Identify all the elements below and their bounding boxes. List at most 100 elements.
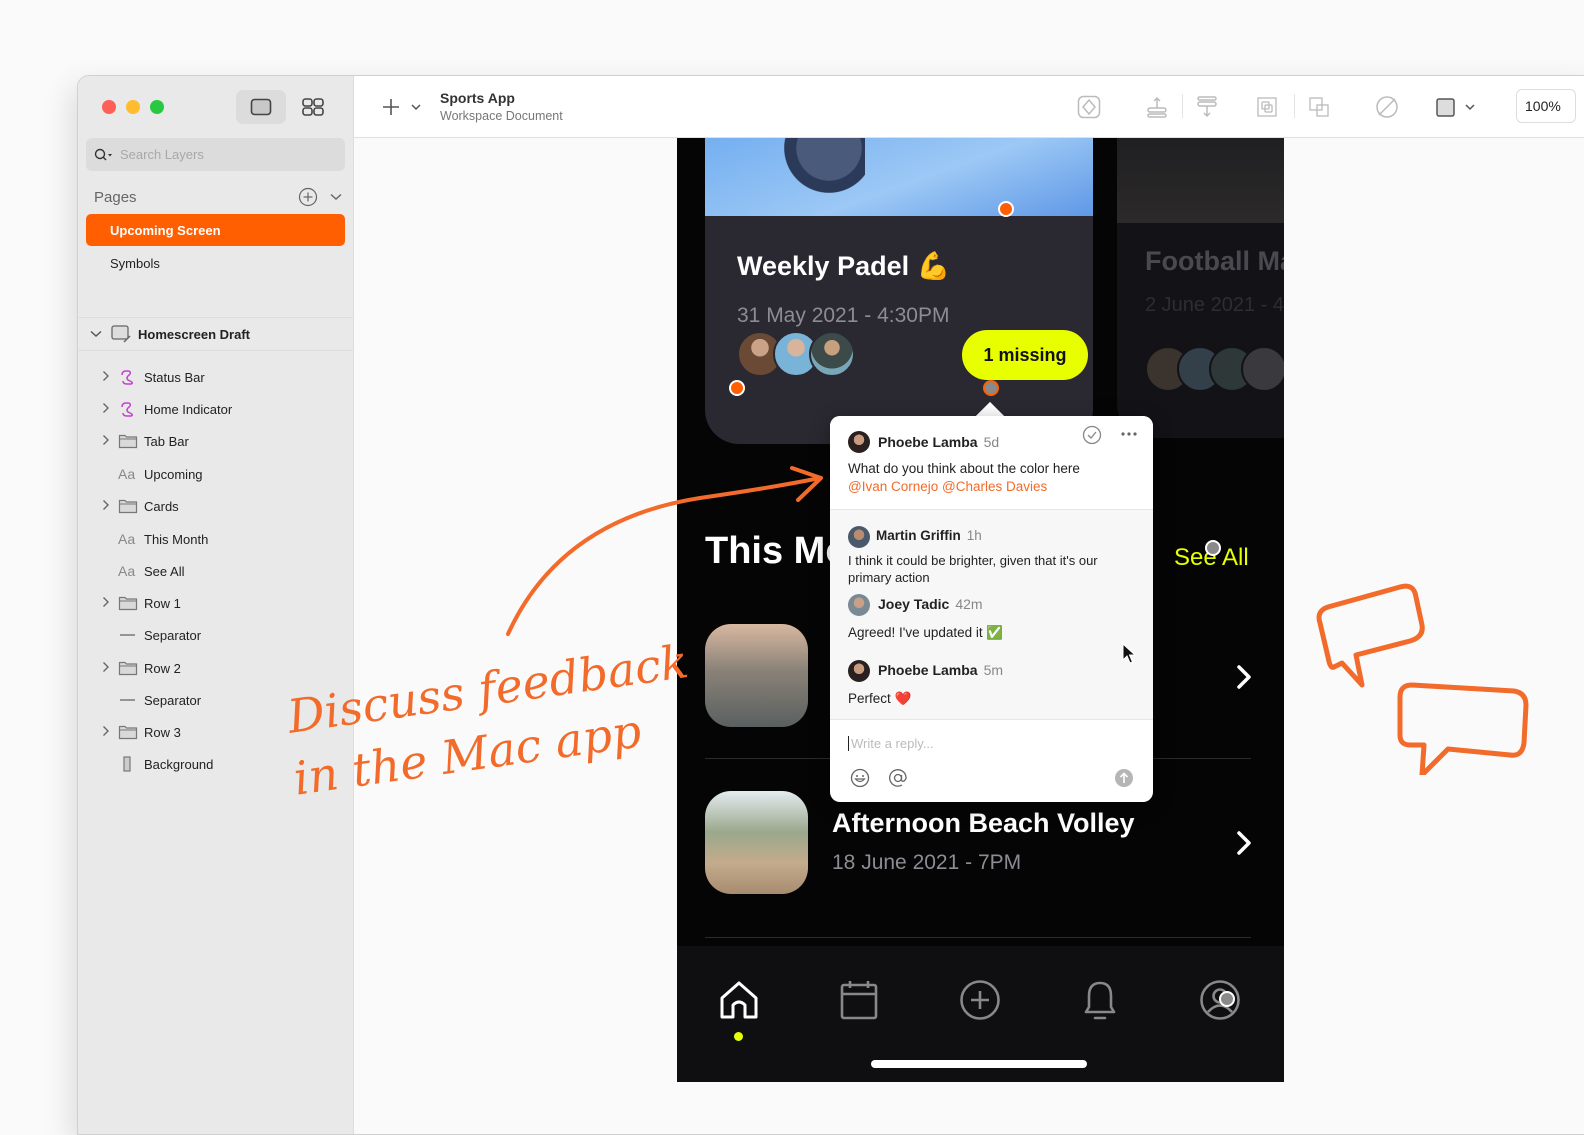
chevron-right-icon[interactable]	[102, 661, 118, 676]
comment-text: Perfect ❤️	[848, 691, 912, 706]
resolve-check-icon[interactable]	[1082, 425, 1102, 445]
author-name: Martin Griffin	[876, 528, 961, 543]
canvas-view-button[interactable]	[236, 90, 286, 124]
comment-mentions[interactable]: @Ivan Cornejo @Charles Davies	[848, 479, 1047, 494]
event-card-weekly-padel[interactable]: Weekly Padel 💪 31 May 2021 - 4:30PM 1 mi…	[705, 138, 1093, 444]
tab-calendar[interactable]	[837, 978, 881, 1022]
send-reply-button[interactable]	[1114, 768, 1134, 788]
chevron-right-icon[interactable]	[102, 402, 118, 417]
close-window-button[interactable]	[102, 100, 116, 114]
comment-pin[interactable]	[1219, 991, 1235, 1007]
chevron-right-icon[interactable]	[102, 725, 118, 740]
avatar	[848, 431, 870, 453]
missing-players-badge[interactable]: 1 missing	[962, 330, 1088, 380]
avatar	[848, 526, 870, 548]
symbol-diamond-icon	[1077, 95, 1101, 119]
card-date: 2 June 2021 - 4	[1145, 294, 1284, 316]
home-icon	[720, 981, 758, 1019]
layer-item[interactable]: Row 1	[102, 592, 181, 614]
move-down-button[interactable]	[1194, 94, 1220, 120]
at-sign-icon	[889, 769, 907, 787]
insert-button[interactable]	[382, 98, 422, 121]
search-icon	[94, 148, 112, 160]
layer-item[interactable]: Row 3	[102, 721, 181, 743]
reply-input[interactable]	[848, 736, 1128, 751]
event-card-football[interactable]: Football Match 2 June 2021 - 4	[1117, 138, 1284, 438]
chevron-down-icon[interactable]	[90, 330, 102, 338]
emoji-button[interactable]	[850, 768, 870, 788]
comment-text: Agreed! I've updated it ✅	[848, 625, 1004, 640]
folder-icon	[118, 498, 144, 514]
canvas-view-icon	[250, 98, 272, 116]
group-button[interactable]	[1254, 94, 1280, 120]
author-name: Joey Tadic	[878, 596, 950, 612]
zoom-level-field[interactable]: 100%	[1516, 89, 1576, 123]
search-layers	[86, 138, 345, 171]
frame-dropdown-button[interactable]	[1434, 94, 1478, 120]
row-thumbnail-basketball	[705, 624, 808, 727]
separator	[705, 937, 1251, 938]
ungroup-button[interactable]	[1306, 94, 1332, 120]
grid-view-button[interactable]	[288, 90, 338, 124]
layer-item[interactable]: Separator	[102, 689, 201, 711]
artboard-layer[interactable]: Homescreen Draft	[78, 317, 354, 351]
padel-image	[705, 138, 1093, 216]
document-subtitle: Workspace Document	[440, 109, 563, 123]
layer-item[interactable]: Row 2	[102, 657, 181, 679]
sidebar: Pages Upcoming Screen Symbols Homescreen…	[78, 76, 354, 1134]
comment-pin-active[interactable]	[983, 380, 999, 396]
search-layers-input[interactable]	[120, 147, 320, 162]
layer-item[interactable]: Aa Upcoming	[102, 463, 203, 485]
layer-item[interactable]: Separator	[102, 624, 201, 646]
layer-item[interactable]: Cards	[102, 495, 179, 517]
layer-item[interactable]: Background	[102, 753, 213, 775]
comment-pin[interactable]	[729, 380, 745, 396]
layer-label: Cards	[144, 498, 179, 514]
mention-button[interactable]	[888, 768, 908, 788]
comment-replies: Martin Griffin 1h I think it could be bri…	[830, 510, 1153, 720]
maximize-window-button[interactable]	[150, 100, 164, 114]
football-image	[1117, 138, 1284, 223]
page-item-upcoming-screen[interactable]: Upcoming Screen	[86, 214, 345, 246]
chevron-right-icon[interactable]	[102, 499, 118, 514]
tab-bar	[677, 946, 1284, 1082]
folder-icon	[118, 595, 144, 611]
arrow-up-circle-icon	[1115, 769, 1133, 787]
badge-label: 1 missing	[983, 344, 1067, 365]
layer-item[interactable]: Home Indicator	[102, 398, 232, 420]
chevron-right-icon[interactable]	[102, 370, 118, 385]
comment-time: 1h	[966, 528, 982, 543]
align-up-icon	[1147, 96, 1167, 118]
chevron-right-icon[interactable]	[1232, 662, 1256, 692]
folder-icon	[118, 660, 144, 676]
tab-create[interactable]	[958, 978, 1002, 1022]
chevron-right-icon[interactable]	[102, 596, 118, 611]
symbol-icon	[118, 369, 144, 385]
card-date: 31 May 2021 - 4:30PM	[737, 304, 950, 327]
create-symbol-button[interactable]	[1076, 94, 1102, 120]
layer-label: Row 2	[144, 660, 181, 676]
chevron-down-icon[interactable]	[330, 193, 342, 201]
grid-view-icon	[302, 98, 324, 116]
add-page-icon[interactable]	[298, 187, 318, 207]
tab-notifications[interactable]	[1078, 978, 1122, 1022]
chevron-right-icon[interactable]	[1232, 828, 1256, 858]
move-up-button[interactable]	[1144, 94, 1170, 120]
line-icon	[118, 627, 144, 643]
tab-home[interactable]	[717, 978, 761, 1022]
layer-item[interactable]: Status Bar	[102, 366, 205, 388]
author-name: Phoebe Lamba	[878, 662, 978, 678]
document-title: Sports App	[440, 90, 515, 106]
speech-bubbles-icon	[1316, 583, 1529, 775]
layer-item[interactable]: Tab Bar	[102, 430, 189, 452]
chevron-right-icon[interactable]	[102, 434, 118, 449]
layer-item[interactable]: Aa See All	[102, 560, 184, 582]
more-options-icon[interactable]	[1120, 431, 1138, 437]
layer-item[interactable]: Aa This Month	[102, 528, 208, 550]
edit-path-button[interactable]	[1374, 94, 1400, 120]
comment-pin[interactable]	[998, 201, 1014, 217]
comment-pin[interactable]	[1205, 540, 1221, 556]
layer-label: Tab Bar	[144, 433, 189, 449]
minimize-window-button[interactable]	[126, 100, 140, 114]
page-item-symbols[interactable]: Symbols	[86, 247, 345, 279]
